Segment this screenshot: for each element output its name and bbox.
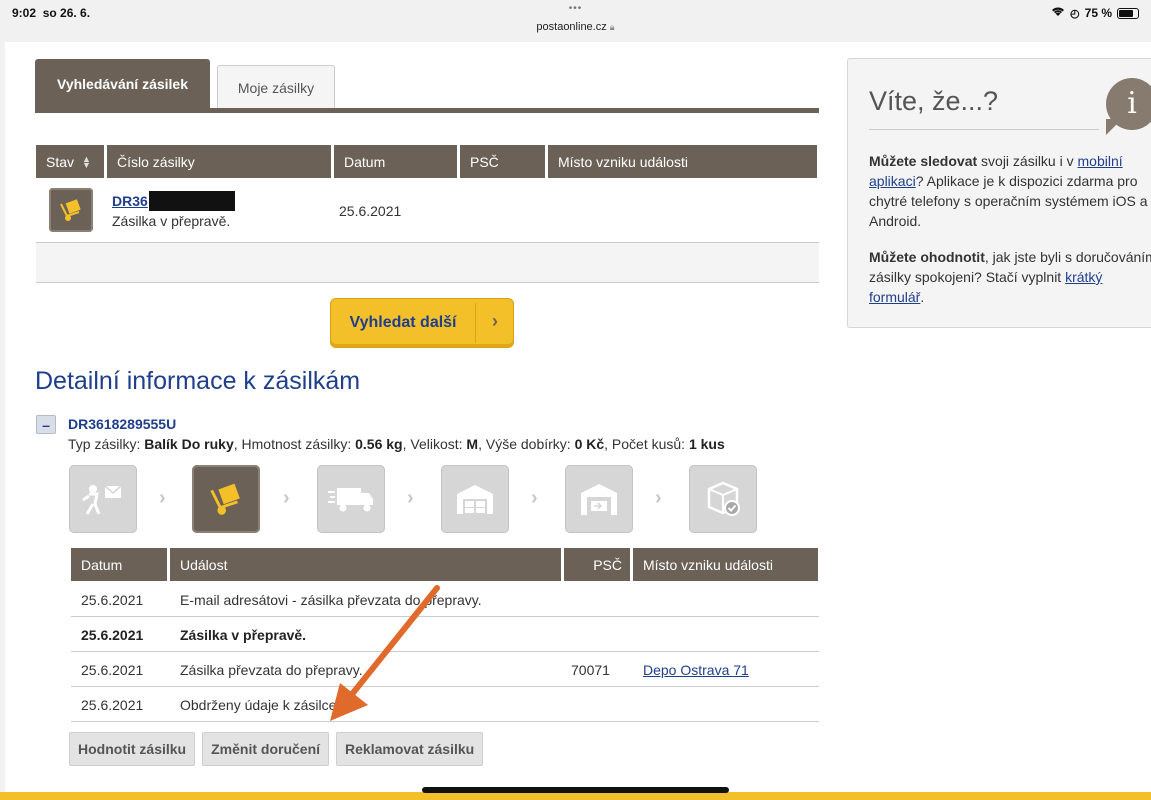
table-row-empty xyxy=(36,243,819,283)
package-info: Typ zásilky: Balík Do ruky, Hmotnost zás… xyxy=(68,436,725,452)
table-row: 25.6.2021 E-mail adresátovi - zásilka př… xyxy=(71,582,819,617)
post-office-icon xyxy=(565,465,633,533)
panel-divider xyxy=(869,129,1099,130)
sort-icon[interactable]: ▲ ▼ xyxy=(82,154,91,169)
sender-handover-icon xyxy=(69,465,137,533)
search-table-header: Stav ▲ ▼ Číslo zásilky Datum PSČ Místo vzn… xyxy=(36,145,817,178)
detail-title: Detailní informace k zásilkám xyxy=(35,367,361,395)
package-status: Zásilka v přepravě. xyxy=(112,213,231,229)
tab-my-packages[interactable]: Moje zásilky xyxy=(217,65,335,109)
event-text: E-mail adresátovi - zásilka převzata do … xyxy=(180,592,482,608)
hand-truck-package-icon xyxy=(192,465,260,533)
event-date: 25.6.2021 xyxy=(81,662,144,678)
event-date: 25.6.2021 xyxy=(81,592,144,608)
search-more-button[interactable]: Vyhledat další › xyxy=(330,298,514,348)
column-place: Místo vzniku události xyxy=(633,548,818,581)
package-date: 25.6.2021 xyxy=(339,203,402,219)
home-indicator[interactable] xyxy=(422,787,729,793)
delivered-package-icon xyxy=(689,465,757,533)
column-number: Číslo zásilky xyxy=(107,145,331,178)
info-icon: i xyxy=(1106,78,1151,130)
table-row: DR36 Zásilka v přepravě. 25.6.2021 xyxy=(36,178,819,243)
action-buttons: Hodnotit zásilku Změnit doručení Reklamo… xyxy=(69,732,484,766)
event-date: 25.6.2021 xyxy=(81,627,144,643)
bottom-accent-bar xyxy=(0,792,1151,800)
detail-package-number: DR3618289555U xyxy=(68,416,177,432)
panel-title: Víte, že...? xyxy=(869,86,999,116)
change-delivery-button[interactable]: Změnit doručení xyxy=(202,732,330,766)
battery-percent: 75 % xyxy=(1084,6,1112,20)
hand-truck-package-icon xyxy=(49,188,93,232)
address-bar[interactable]: postaonline.cz 🔒︎ xyxy=(0,21,1151,33)
event-text: Obdrženy údaje k zásilce. xyxy=(180,697,341,713)
redacted-box xyxy=(149,191,235,211)
rate-package-button[interactable]: Hodnotit zásilku xyxy=(69,732,196,766)
lock-icon: 🔒︎ xyxy=(609,22,615,32)
depot-building-icon xyxy=(441,465,509,533)
tip-mobile-app: Můžete sledovat svoji zásilku i v mobiln… xyxy=(869,153,1148,229)
column-date: Datum xyxy=(71,548,167,581)
chevron-right-icon: › xyxy=(159,487,166,509)
events-table-header: Datum Událost PSČ Místo vzniku události xyxy=(71,548,818,581)
battery-icon xyxy=(1117,7,1139,19)
package-number-link[interactable]: DR36 xyxy=(112,193,148,209)
collapse-button[interactable]: – xyxy=(36,415,56,434)
wifi-icon xyxy=(1051,6,1065,20)
column-psc: PSČ xyxy=(564,548,630,581)
status-right: ◴ 75 % xyxy=(1051,6,1139,20)
did-you-know-panel: Víte, že...? i Můžete sledovat svoji zás… xyxy=(847,58,1151,328)
delivery-truck-icon xyxy=(317,465,385,533)
chevron-right-icon: › xyxy=(407,487,414,509)
chevron-right-icon: › xyxy=(492,311,498,331)
column-date: Datum xyxy=(334,145,457,178)
tab-search-packages[interactable]: Vyhledávání zásilek xyxy=(35,59,210,109)
table-row: 25.6.2021 Zásilka v přepravě. xyxy=(71,617,819,652)
column-event: Událost xyxy=(170,548,561,581)
search-more-label: Vyhledat další xyxy=(349,314,457,331)
web-page: Vyhledávání zásilek Moje zásilky Stav ▲ ▼ … xyxy=(5,42,1151,792)
column-status[interactable]: Stav ▲ ▼ xyxy=(36,145,104,178)
table-row: 25.6.2021 Obdrženy údaje k zásilce. xyxy=(71,687,819,722)
chevron-right-icon: › xyxy=(531,487,538,509)
column-place: Místo vzniku události xyxy=(548,145,817,178)
tip-rating: Můžete ohodnotit, jak jste byli s doručo… xyxy=(869,249,1151,305)
table-row: 25.6.2021 Zásilka převzata do přepravy. … xyxy=(71,652,819,687)
tab-dots-icon[interactable]: ••• xyxy=(0,3,1151,14)
event-date: 25.6.2021 xyxy=(81,697,144,713)
chevron-right-icon: › xyxy=(283,487,290,509)
event-text: Zásilka v přepravě. xyxy=(180,627,307,643)
orientation-lock-icon: ◴ xyxy=(1070,7,1080,20)
event-text: Zásilka převzata do přepravy. xyxy=(180,662,363,678)
depot-link[interactable]: Depo Ostrava 71 xyxy=(643,662,749,678)
tab-underline xyxy=(35,108,819,113)
column-psc: PSČ xyxy=(460,145,545,178)
status-bar: 9:02 so 26. 6. ••• postaonline.cz 🔒︎ ◴ 7… xyxy=(0,0,1151,42)
chevron-right-icon: › xyxy=(655,487,662,509)
event-psc: 70071 xyxy=(571,662,610,678)
complain-package-button[interactable]: Reklamovat zásilku xyxy=(336,732,484,766)
